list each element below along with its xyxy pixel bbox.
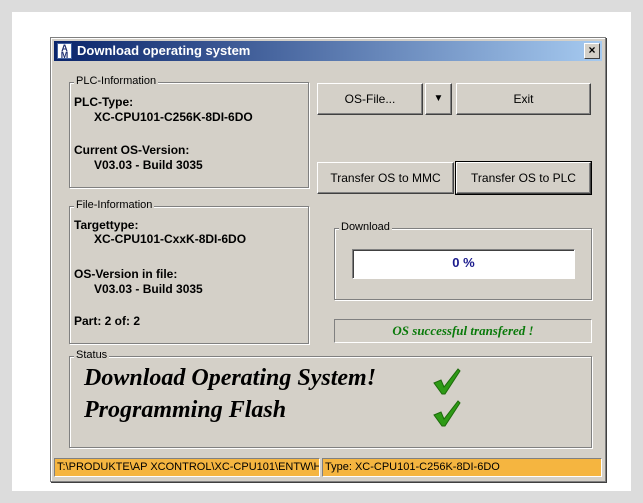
progress-percent: 0 % — [452, 255, 475, 270]
exit-button[interactable]: Exit — [456, 83, 591, 115]
plc-information-group: PLC-Information PLC-Type: XC-CPU101-C256… — [69, 75, 309, 188]
statusbar-path: T:\PRODUKTE\AP XCONTROL\XC-CPU101\ENTW\H… — [54, 458, 320, 477]
transfer-message-box: OS successful transfered ! — [334, 319, 592, 343]
status-group: Status Download Operating System! Progra… — [69, 349, 592, 448]
transfer-plc-label: Transfer OS to PLC — [471, 171, 576, 185]
status-line-programming: Programming Flash — [84, 397, 287, 423]
os-file-button[interactable]: OS-File... — [317, 83, 423, 115]
frame-right — [631, 0, 643, 503]
file-information-legend: File-Information — [74, 199, 155, 211]
part-text: Part: 2 of: 2 — [74, 314, 141, 328]
download-progress-bar: 0 % — [352, 249, 575, 279]
download-os-dialog: AM Download operating system × PLC-Infor… — [50, 37, 606, 482]
status-legend: Status — [74, 349, 110, 361]
window-title: Download operating system — [77, 43, 251, 58]
plc-information-legend: PLC-Information — [74, 75, 159, 87]
status-line-download: Download Operating System! — [84, 365, 377, 391]
close-button[interactable]: × — [584, 43, 600, 59]
frame-top — [0, 0, 643, 12]
file-os-label: OS-Version in file: — [74, 267, 178, 281]
exit-label: Exit — [513, 92, 534, 106]
target-type-label: Targettype: — [74, 218, 139, 232]
transfer-os-to-mmc-button[interactable]: Transfer OS to MMC — [317, 162, 454, 194]
checkmark-icon — [433, 400, 461, 427]
os-file-dropdown-button[interactable]: ▼ — [425, 83, 452, 115]
plc-type-value: XC-CPU101-C256K-8DI-6DO — [94, 110, 253, 124]
download-legend: Download — [339, 221, 392, 233]
transfer-os-to-plc-button[interactable]: Transfer OS to PLC — [455, 161, 592, 195]
statusbar-type: Type: XC-CPU101-C256K-8DI-6DO — [322, 458, 602, 477]
os-file-label: OS-File... — [344, 92, 396, 106]
title-bar[interactable]: AM Download operating system × — [54, 41, 602, 61]
file-information-group: File-Information Targettype: XC-CPU101-C… — [69, 199, 309, 344]
download-group: Download 0 % — [334, 221, 592, 300]
transfer-success-message: OS successful transfered ! — [392, 323, 534, 338]
frame-left — [0, 0, 12, 503]
chevron-down-icon: ▼ — [433, 93, 444, 104]
transfer-mmc-label: Transfer OS to MMC — [330, 171, 441, 185]
app-icon: AM — [57, 43, 72, 60]
frame-bottom — [0, 491, 643, 503]
file-os-value: V03.03 - Build 3035 — [94, 282, 203, 296]
plc-type-label: PLC-Type: — [74, 95, 134, 109]
checkmark-icon — [433, 368, 461, 395]
target-type-value: XC-CPU101-CxxK-8DI-6DO — [94, 232, 247, 246]
current-os-value: V03.03 - Build 3035 — [94, 158, 203, 172]
current-os-label: Current OS-Version: — [74, 143, 190, 157]
